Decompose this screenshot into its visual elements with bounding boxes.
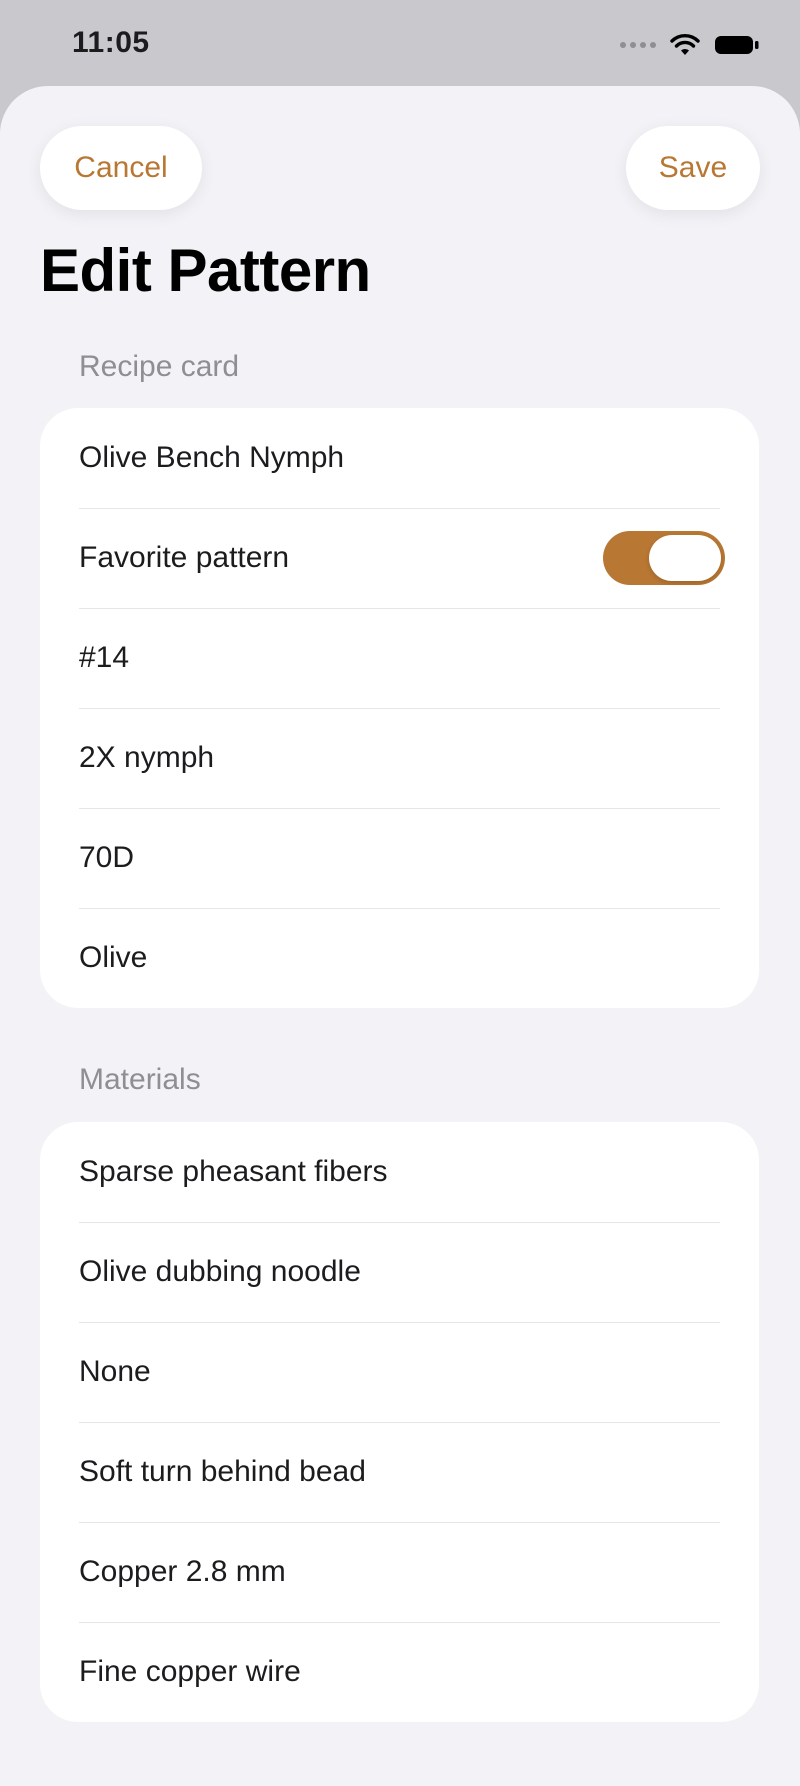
recipe-card-group: Olive Bench Nymph Favorite pattern #14 2… (40, 408, 759, 1008)
thread-field[interactable]: 70D (40, 808, 759, 908)
page-title: Edit Pattern (40, 237, 371, 304)
material-field[interactable]: Copper 2.8 mm (40, 1522, 759, 1622)
wifi-icon (670, 34, 700, 55)
status-time: 11:05 (72, 26, 150, 59)
status-icons (620, 28, 760, 62)
thread-value: 70D (79, 841, 135, 874)
material-field[interactable]: Soft turn behind bead (40, 1422, 759, 1522)
hook-type-field[interactable]: 2X nymph (40, 708, 759, 808)
pattern-name-field[interactable]: Olive Bench Nymph (40, 408, 759, 508)
hook-size-field[interactable]: #14 (40, 608, 759, 708)
battery-icon (715, 36, 759, 54)
section-header-recipe-card: Recipe card (79, 350, 240, 383)
color-value: Olive (79, 941, 148, 974)
status-bar: 11:05 (0, 0, 800, 90)
material-value: None (79, 1355, 151, 1388)
materials-group: Sparse pheasant fibers Olive dubbing noo… (40, 1122, 759, 1722)
edit-sheet: Cancel Save Edit Pattern Recipe card Oli… (0, 86, 800, 1786)
section-header-materials: Materials (79, 1063, 201, 1096)
material-field[interactable]: Sparse pheasant fibers (40, 1122, 759, 1222)
material-value: Soft turn behind bead (79, 1455, 366, 1488)
favorite-toggle[interactable] (603, 531, 725, 585)
color-field[interactable]: Olive (40, 908, 759, 1008)
pattern-name-value: Olive Bench Nymph (79, 441, 345, 474)
material-value: Olive dubbing noodle (79, 1255, 361, 1288)
material-value: Fine copper wire (79, 1655, 301, 1688)
save-button[interactable]: Save (626, 126, 760, 210)
material-field[interactable]: Olive dubbing noodle (40, 1222, 759, 1322)
favorite-label: Favorite pattern (79, 541, 290, 574)
cellular-signal-icon (620, 42, 656, 48)
material-field[interactable]: None (40, 1322, 759, 1422)
toggle-knob (649, 535, 721, 581)
material-value: Sparse pheasant fibers (79, 1155, 388, 1188)
cancel-button[interactable]: Cancel (40, 126, 202, 210)
favorite-row: Favorite pattern (40, 508, 759, 608)
hook-size-value: #14 (79, 641, 130, 674)
material-field[interactable]: Fine copper wire (40, 1622, 759, 1722)
material-value: Copper 2.8 mm (79, 1555, 286, 1588)
hook-type-value: 2X nymph (79, 741, 215, 774)
